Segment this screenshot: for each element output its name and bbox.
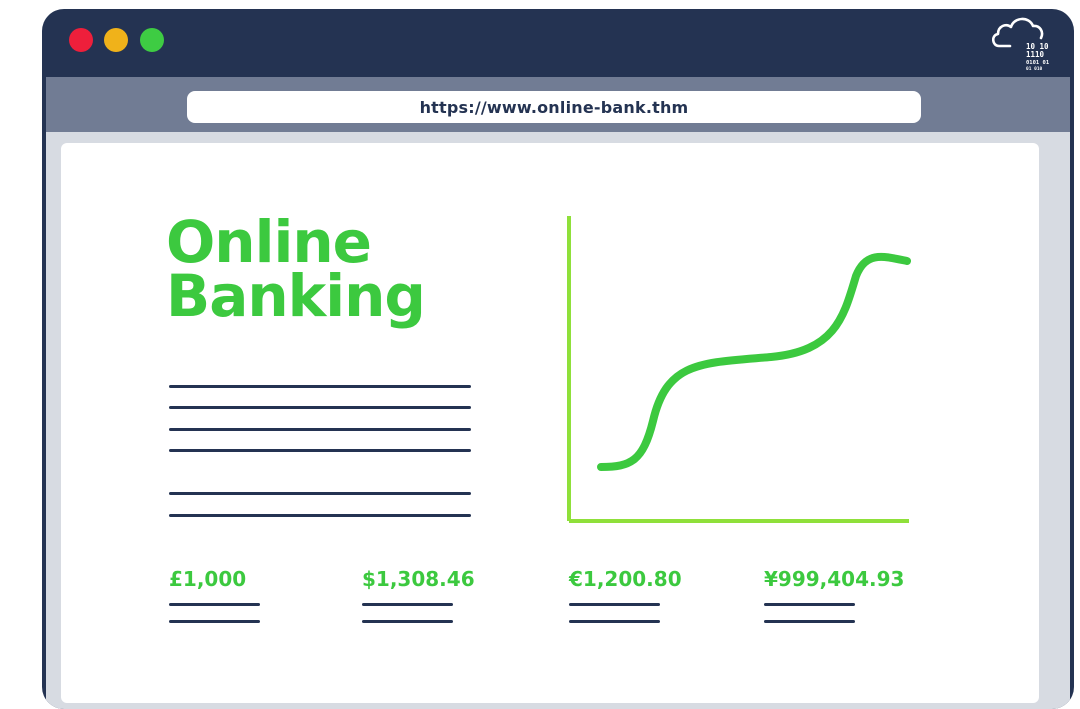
close-window-button[interactable] bbox=[69, 28, 93, 52]
growth-curve-chart bbox=[567, 216, 911, 523]
text-placeholder-line bbox=[169, 514, 471, 517]
balance-jpy: ¥999,404.93 bbox=[764, 567, 905, 591]
balance-underline bbox=[569, 620, 660, 623]
title-bar: 10 10 1110 0101 01 01 010 bbox=[42, 9, 1074, 77]
text-placeholder-line bbox=[169, 385, 471, 388]
balance-gbp: £1,000 bbox=[169, 567, 247, 591]
maximize-window-button[interactable] bbox=[140, 28, 164, 52]
text-placeholder-line bbox=[169, 492, 471, 495]
cloud-binary-icon: 10 10 1110 0101 01 01 010 bbox=[992, 17, 1050, 72]
address-bar[interactable]: https://www.online-bank.thm bbox=[187, 91, 921, 123]
balance-usd: $1,308.46 bbox=[362, 567, 475, 591]
balance-underline bbox=[569, 603, 660, 606]
brand-binary-line: 01 010 bbox=[1026, 66, 1043, 72]
balance-underline bbox=[169, 603, 260, 606]
balance-underline bbox=[764, 603, 855, 606]
page-title-line: Banking bbox=[166, 262, 426, 330]
chart-growth-curve bbox=[597, 252, 911, 471]
balance-underline bbox=[362, 620, 453, 623]
web-page: Online Banking £1,000 $1,308.46 €1,200.8… bbox=[61, 143, 1039, 703]
browser-toolbar: https://www.online-bank.thm bbox=[46, 77, 1070, 132]
balance-underline bbox=[169, 620, 260, 623]
balance-underline bbox=[362, 603, 453, 606]
balance-underline bbox=[764, 620, 855, 623]
page-title-line: Online bbox=[166, 208, 372, 276]
url-text: https://www.online-bank.thm bbox=[419, 97, 689, 117]
browser-window: 10 10 1110 0101 01 01 010 https://www.on… bbox=[42, 9, 1074, 709]
text-placeholder-line bbox=[169, 428, 471, 431]
brand-binary-line: 0101 01 bbox=[1026, 60, 1050, 66]
text-placeholder-line bbox=[169, 449, 471, 452]
page-title: Online Banking bbox=[166, 208, 426, 330]
balance-eur: €1,200.80 bbox=[569, 567, 682, 591]
brand-binary-line: 1110 bbox=[1026, 50, 1045, 59]
text-placeholder-line bbox=[169, 406, 471, 409]
minimize-window-button[interactable] bbox=[104, 28, 128, 52]
browser-viewport: Online Banking £1,000 $1,308.46 €1,200.8… bbox=[46, 132, 1070, 709]
